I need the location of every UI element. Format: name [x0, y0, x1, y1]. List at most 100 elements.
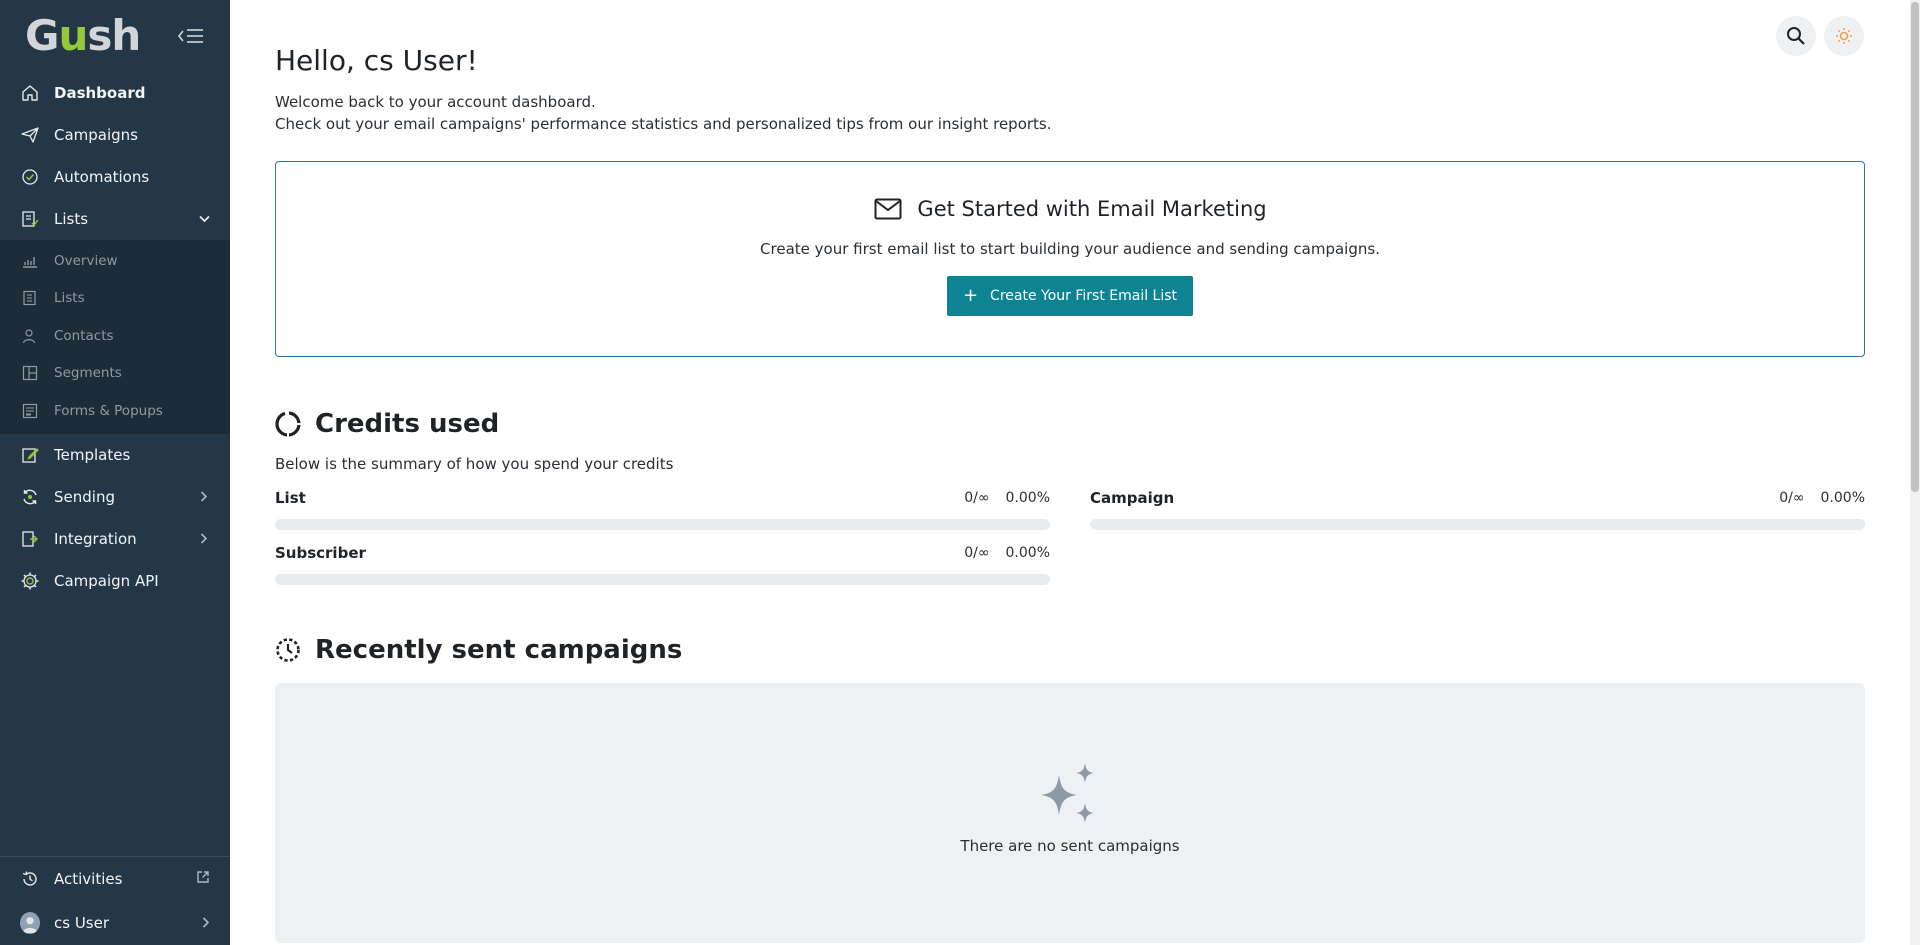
- logo-text-sh: sh: [87, 11, 141, 60]
- page-scrollbar[interactable]: [1910, 0, 1920, 945]
- chevron-right-icon: [198, 491, 210, 503]
- paper-plane-icon: [20, 125, 40, 145]
- dashboard-content: Hello, cs User! Welcome back to your acc…: [275, 44, 1865, 943]
- credit-usage: 0/∞: [964, 490, 990, 506]
- logo-row: Gush: [0, 0, 230, 72]
- credits-title: Credits used: [275, 409, 1865, 439]
- recent-campaigns-title: Recently sent campaigns: [275, 635, 1865, 665]
- page-title: Hello, cs User!: [275, 44, 478, 77]
- empty-state-text: There are no sent campaigns: [960, 837, 1180, 855]
- plus-icon: +: [962, 285, 979, 306]
- sidebar-item-activities[interactable]: Activities: [0, 857, 230, 901]
- chevron-right-icon: [198, 533, 210, 545]
- credit-progress-bar: [275, 574, 1050, 585]
- sidebar-item-label: Sending: [54, 487, 115, 506]
- credit-percent: 0.00%: [1005, 545, 1050, 561]
- sun-icon: [1836, 28, 1852, 44]
- external-link-icon: [196, 870, 210, 888]
- sidebar-subitem-contacts[interactable]: Contacts: [0, 317, 230, 355]
- sidebar-bottom: Activities cs User: [0, 856, 230, 945]
- search-icon: [1787, 27, 1805, 45]
- contacts-icon: [20, 327, 40, 345]
- home-icon: [20, 83, 40, 103]
- sidebar: Gush Dashboard Campaigns Automations Lis…: [0, 0, 230, 945]
- chevron-right-icon: [202, 914, 210, 932]
- sidebar-item-lists[interactable]: Lists: [0, 198, 230, 240]
- credit-percent: 0.00%: [1820, 490, 1865, 506]
- sidebar-item-templates[interactable]: Templates: [0, 434, 230, 476]
- credit-name: Subscriber: [275, 544, 366, 562]
- welcome-text: Welcome back to your account dashboard.: [275, 93, 596, 111]
- form-icon: [20, 402, 40, 420]
- edit-icon: [20, 445, 40, 465]
- create-first-list-button[interactable]: + Create Your First Email List: [946, 276, 1194, 316]
- sidebar-item-label: Dashboard: [54, 84, 146, 102]
- credit-campaign: Campaign 0/∞ 0.00%: [1090, 489, 1865, 530]
- sidebar-item-campaigns[interactable]: Campaigns: [0, 114, 230, 156]
- recent-campaigns-title-text: Recently sent campaigns: [315, 635, 683, 665]
- welcome-subtext: Check out your email campaigns' performa…: [275, 115, 1052, 133]
- clock-icon: [275, 637, 301, 663]
- list-icon: [20, 289, 40, 307]
- logo[interactable]: Gush: [25, 15, 141, 57]
- logo-text-u: u: [58, 11, 88, 60]
- segments-icon: [20, 364, 40, 382]
- sidebar-subitem-segments[interactable]: Segments: [0, 355, 230, 393]
- sidebar-nav-secondary: Templates Sending Integration Campaign A…: [0, 434, 230, 602]
- credit-progress-bar: [1090, 519, 1865, 530]
- user-name: cs User: [54, 914, 110, 932]
- sidebar-item-label: Templates: [54, 445, 131, 464]
- get-started-description: Create your first email list to start bu…: [760, 240, 1380, 258]
- get-started-title-text: Get Started with Email Marketing: [917, 197, 1267, 221]
- history-icon: [20, 869, 40, 889]
- sidebar-subitem-label: Lists: [54, 290, 85, 307]
- logo-text-g: G: [25, 11, 59, 60]
- credit-name: Campaign: [1090, 489, 1175, 507]
- chart-icon: [20, 252, 40, 270]
- scrollbar-thumb[interactable]: [1911, 2, 1919, 492]
- sidebar-item-integration[interactable]: Integration: [0, 518, 230, 560]
- sync-icon: [20, 487, 40, 507]
- shield-check-icon: [20, 167, 40, 187]
- get-started-card: Get Started with Email Marketing Create …: [275, 161, 1865, 357]
- chevron-down-icon: [198, 213, 210, 225]
- sidebar-item-automations[interactable]: Automations: [0, 156, 230, 198]
- credit-grid: List 0/∞ 0.00% Campaign 0/∞ 0.00% Subscrib…: [275, 489, 1865, 585]
- credits-section: Credits used Below is the summary of how…: [275, 409, 1865, 585]
- sidebar-item-label: Lists: [54, 210, 89, 228]
- sidebar-item-dashboard[interactable]: Dashboard: [0, 72, 230, 114]
- sidebar-item-campaign-api[interactable]: Campaign API: [0, 560, 230, 602]
- main-content: Hello, cs User! Welcome back to your acc…: [230, 0, 1920, 945]
- pie-chart-icon: [275, 411, 301, 437]
- integration-icon: [20, 529, 40, 549]
- sidebar-subitem-overview[interactable]: Overview: [0, 242, 230, 280]
- gear-icon: [20, 571, 40, 591]
- sidebar-subitem-forms-popups[interactable]: Forms & Popups: [0, 392, 230, 430]
- sidebar-item-label: Automations: [54, 168, 150, 186]
- sidebar-subitem-label: Contacts: [54, 327, 114, 344]
- lists-submenu: Overview Lists Contacts Segments Forms &…: [0, 240, 230, 434]
- credits-title-text: Credits used: [315, 409, 500, 439]
- credit-list: List 0/∞ 0.00%: [275, 489, 1050, 530]
- empty-state: There are no sent campaigns: [275, 683, 1865, 943]
- sidebar-item-user[interactable]: cs User: [0, 901, 230, 945]
- sidebar-item-label: Integration: [54, 529, 137, 548]
- sidebar-nav: Dashboard Campaigns Automations Lists: [0, 72, 230, 240]
- sidebar-item-label: Activities: [54, 870, 123, 888]
- create-first-list-label: Create Your First Email List: [990, 288, 1178, 304]
- collapse-menu-icon: [177, 29, 203, 43]
- sidebar-item-label: Campaign API: [54, 571, 159, 590]
- recent-campaigns-section: Recently sent campaigns There are no sen…: [275, 635, 1865, 943]
- credit-name: List: [275, 489, 306, 507]
- credit-usage: 0/∞: [964, 545, 990, 561]
- avatar-icon: [20, 912, 40, 934]
- collapse-menu-button[interactable]: [176, 24, 206, 48]
- get-started-title: Get Started with Email Marketing: [873, 196, 1267, 222]
- credit-subscriber: Subscriber 0/∞ 0.00%: [275, 544, 1050, 585]
- sidebar-subitem-lists[interactable]: Lists: [0, 280, 230, 318]
- envelope-icon: [873, 196, 903, 222]
- list-icon: [20, 209, 40, 229]
- credit-usage: 0/∞: [1779, 490, 1805, 506]
- sidebar-item-sending[interactable]: Sending: [0, 476, 230, 518]
- sidebar-subitem-label: Overview: [54, 252, 118, 269]
